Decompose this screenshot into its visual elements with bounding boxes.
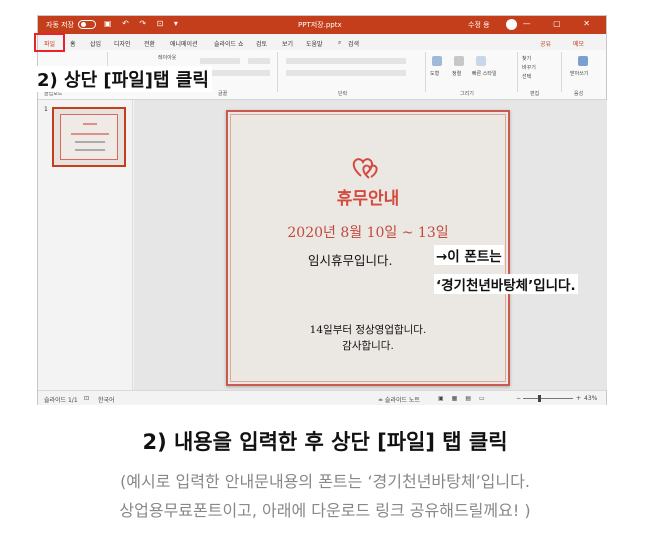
caption-line: (예시로 입력한 안내문내용의 폰트는 ‘경기천년바탕체’입니다. [120,472,530,491]
paragraph-buttons-row1[interactable] [286,58,406,64]
accessibility-icon[interactable]: ⊡ [84,395,89,402]
slide-count: 슬라이드 1/1 [44,397,78,404]
dictate-label: 받아쓰기 [570,71,589,77]
slide-date: 2020년 8월 10일 ~ 13일 [287,225,449,241]
file-tab-highlight [34,33,65,52]
memo-button[interactable]: 메모 [573,39,584,48]
zoom-in-button[interactable]: + [576,395,581,402]
tab-help[interactable]: 도움말 [306,39,323,48]
arrow-note: →이 폰트는 [434,245,504,265]
hearts-icon [352,158,378,179]
tab-slideshow[interactable]: 슬라이드 쇼 [214,39,244,48]
zoom-level[interactable]: 43% [584,395,597,402]
thumbnail-text-line [75,141,105,143]
quick-styles-label: 빠른 스타일 [472,71,497,77]
quick-access-toolbar[interactable]: ▣ ↶ ↷ ⊡ ▾ [104,19,182,28]
share-button[interactable]: 공유 [540,39,551,48]
slide-canvas: 휴무안내 2020년 8월 10일 ~ 13일 임시휴무입니다. 14일부터 정… [134,100,607,390]
select-button[interactable]: 선택 [522,73,531,80]
window-controls[interactable]: — ▢ ✕ [523,19,600,28]
editing-group: 찾기 바꾸기 선택 편집 [518,52,562,97]
slide-thumbnail-pane: 1 [38,100,133,390]
font-note: ‘경기천년바탕체’입니다. [434,274,578,294]
paragraph-group-label: 단락 [338,91,348,97]
status-bar: 슬라이드 1/1 ⊡ 한국어 ≐ 슬라이드 노트 ▣▦▤▭ − + 43% [38,390,606,405]
tab-animations[interactable]: 애니메이션 [170,39,198,48]
tab-transitions[interactable]: 전환 [144,39,155,48]
tab-review[interactable]: 검토 [256,39,267,48]
quick-styles-icon[interactable] [476,56,486,66]
tab-home[interactable]: 홈 [70,39,76,48]
autosave-label: 자동 저장 [46,21,74,29]
paragraph-group: 단락 [278,52,426,97]
font-name-field[interactable] [200,58,240,64]
slide-title: 휴무안내 [336,189,400,209]
language[interactable]: 한국어 [98,395,115,404]
thumbnail-text-line [75,149,105,151]
thumbnail-preview [60,114,118,160]
slide-body-line: 감사합니다. [342,340,394,352]
user-name: 수정 용 [468,21,490,29]
slide-notice: 임시휴무입니다. [308,253,393,268]
slide-thumbnail[interactable] [52,107,126,167]
thumbnail-title-line [83,123,97,125]
avatar[interactable] [506,19,517,30]
notes-button[interactable]: ≐ 슬라이드 노트 [378,395,420,404]
search-icon[interactable]: ⌕ [338,39,341,47]
document-title: PPT저장.pptx [298,21,342,29]
voice-group-label: 음성 [574,91,584,97]
drawing-group: 도형 정렬 빠른 스타일 그리기 [426,52,518,97]
shapes-icon[interactable] [432,56,442,66]
autosave-toggle[interactable] [78,20,96,29]
zoom-slider-thumb[interactable] [538,395,541,402]
font-size-field[interactable] [248,58,270,64]
tab-search[interactable]: 검색 [348,39,359,48]
zoom-slider[interactable] [523,398,573,399]
font-group-label: 글꼴 [218,91,228,97]
arrange-label: 정렬 [452,71,462,77]
find-button[interactable]: 찾기 [522,55,531,62]
step-label: 2) 상단 [파일]탭 클릭 [34,66,212,92]
title-bar: 자동 저장 ▣ ↶ ↷ ⊡ ▾ PPT저장.pptx 수정 용 — ▢ ✕ [38,16,606,34]
tab-insert[interactable]: 삽입 [90,39,101,48]
tab-design[interactable]: 디자인 [114,39,131,48]
ribbon-tabs: 파일 홈 삽입 디자인 전환 애니메이션 슬라이드 쇼 검토 보기 도움말 ⌕ … [38,34,606,50]
microphone-icon[interactable] [578,56,588,66]
caption-title: 2) 내용을 입력한 후 상단 [파일] 탭 클릭 [142,430,508,454]
arrange-icon[interactable] [454,56,464,66]
tab-view[interactable]: 보기 [282,39,293,48]
replace-button[interactable]: 바꾸기 [522,64,536,71]
slide-body-line: 14일부터 정상영업합니다. [309,324,427,336]
thumbnail-number: 1 [44,106,48,113]
drawing-group-label: 그리기 [460,91,474,97]
view-buttons[interactable]: ▣▦▤▭ [438,395,493,402]
thumbnail-date-line [71,133,109,135]
paragraph-buttons-row2[interactable] [286,70,406,76]
caption-line: 상업용무료폰트이고, 아래에 다운로드 링크 공유해드릴께요! ) [119,501,531,520]
voice-group: 받아쓰기 음성 [562,52,606,97]
editing-group-label: 편집 [530,91,540,97]
shapes-label: 도형 [430,71,440,77]
zoom-out-button[interactable]: − [516,395,521,402]
